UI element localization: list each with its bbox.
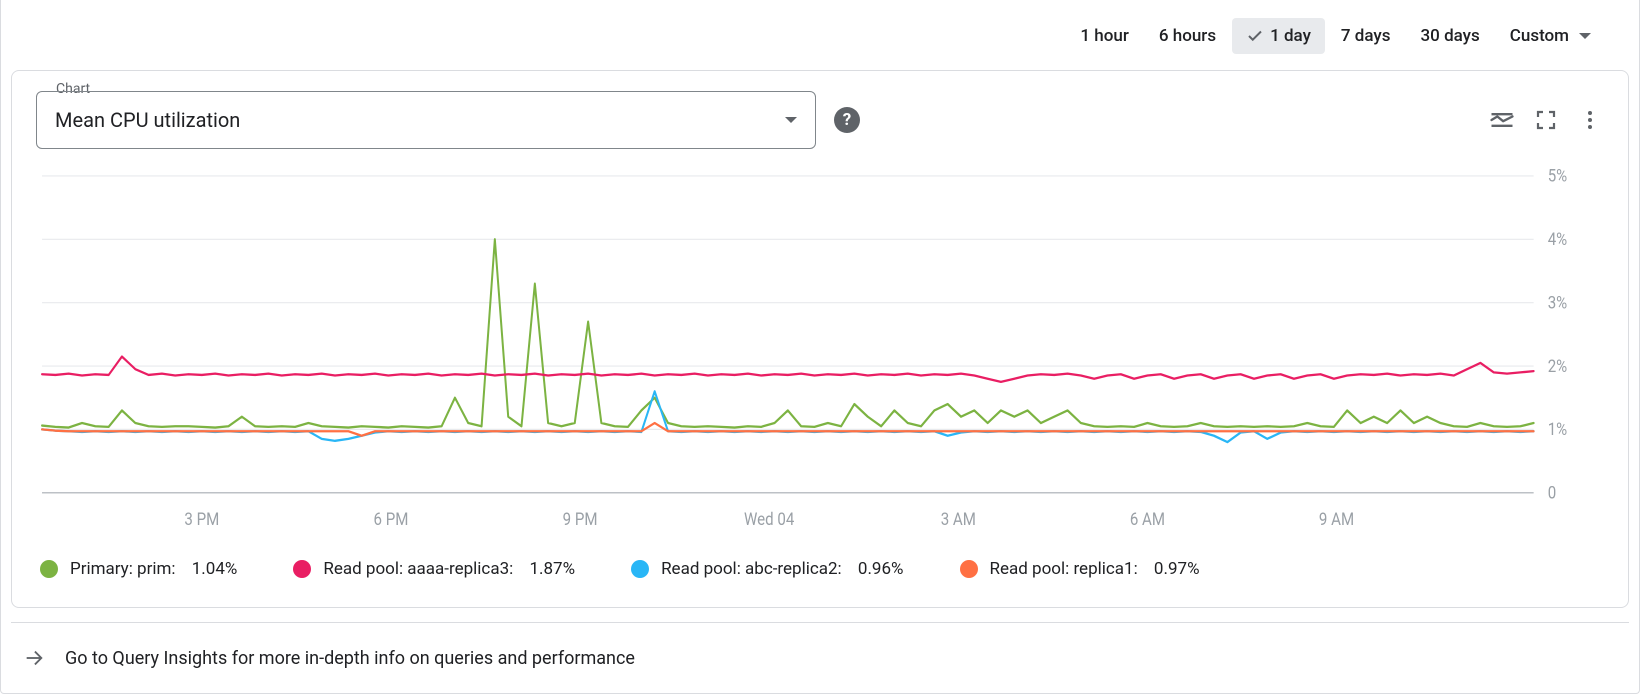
chart-card-header: Chart Mean CPU utilization ? [36, 91, 1604, 149]
time-range-1-hour[interactable]: 1 hour [1066, 18, 1142, 54]
legend-label: Read pool: replica1: [990, 559, 1142, 579]
chart-select-wrap: Chart Mean CPU utilization ? [36, 91, 860, 149]
svg-text:9 PM: 9 PM [563, 509, 598, 529]
chart-legend: Primary: prim: 1.04% Read pool: aaaa-repl… [36, 539, 1604, 583]
time-range-30-days[interactable]: 30 days [1407, 18, 1494, 54]
time-range-selector: 1 hour6 hours1 day7 days30 daysCustom [11, 10, 1629, 70]
svg-text:2%: 2% [1548, 356, 1568, 376]
chart-select-field[interactable]: Mean CPU utilization [36, 91, 816, 149]
legend-item[interactable]: Read pool: replica1: 0.97% [960, 559, 1200, 579]
chevron-down-icon [1579, 33, 1591, 39]
legend-label: Primary: prim: [70, 559, 180, 579]
more-options-icon[interactable] [1576, 106, 1604, 134]
legend-dot-icon [40, 560, 58, 578]
legend-toggle-icon[interactable] [1488, 106, 1516, 134]
arrow-right-icon [23, 647, 45, 669]
svg-text:3%: 3% [1548, 292, 1568, 312]
chart-type-select[interactable]: Chart Mean CPU utilization [36, 91, 816, 149]
svg-text:6 PM: 6 PM [374, 509, 409, 529]
legend-dot-icon [960, 560, 978, 578]
svg-text:5%: 5% [1548, 169, 1568, 186]
time-range-custom[interactable]: Custom [1496, 18, 1605, 54]
time-range-6-hours[interactable]: 6 hours [1145, 18, 1230, 54]
legend-label: Read pool: aaaa-replica3: [323, 559, 517, 579]
svg-text:3 PM: 3 PM [184, 509, 219, 529]
chart-plot-area[interactable]: 0 1% 2% 3% 4% 5% 3 PM 6 PM 9 PM Wed 04 3 AM 6 AM 9 A… [36, 169, 1604, 539]
legend-dot-icon [293, 560, 311, 578]
legend-item[interactable]: Read pool: abc-replica2: 0.96% [631, 559, 903, 579]
chart-actions [1488, 106, 1604, 134]
query-insights-text: Go to Query Insights for more in-depth i… [65, 648, 635, 669]
legend-item[interactable]: Read pool: aaaa-replica3: 1.87% [293, 559, 575, 579]
svg-text:3 AM: 3 AM [941, 509, 976, 529]
time-range-7-days[interactable]: 7 days [1327, 18, 1405, 54]
svg-text:4%: 4% [1548, 229, 1568, 249]
help-icon[interactable]: ? [834, 107, 860, 133]
legend-value: 1.04% [192, 559, 238, 579]
legend-item[interactable]: Primary: prim: 1.04% [40, 559, 237, 579]
svg-text:1%: 1% [1548, 419, 1568, 439]
svg-text:9 AM: 9 AM [1319, 509, 1354, 529]
legend-value: 0.96% [858, 559, 904, 579]
svg-text:0: 0 [1548, 483, 1556, 503]
chart-card: Chart Mean CPU utilization ? [11, 70, 1629, 608]
chart-select-value: Mean CPU utilization [55, 108, 240, 132]
metrics-panel: 1 hour6 hours1 day7 days30 daysCustom Ch… [0, 0, 1640, 694]
legend-label: Read pool: abc-replica2: [661, 559, 846, 579]
query-insights-link[interactable]: Go to Query Insights for more in-depth i… [11, 622, 1629, 693]
legend-value: 0.97% [1154, 559, 1200, 579]
time-range-1-day[interactable]: 1 day [1232, 18, 1325, 54]
legend-value: 1.87% [529, 559, 575, 579]
legend-dot-icon [631, 560, 649, 578]
fullscreen-icon[interactable] [1532, 106, 1560, 134]
svg-text:6 AM: 6 AM [1130, 509, 1165, 529]
chevron-down-icon [785, 117, 797, 123]
svg-text:Wed 04: Wed 04 [744, 509, 794, 529]
